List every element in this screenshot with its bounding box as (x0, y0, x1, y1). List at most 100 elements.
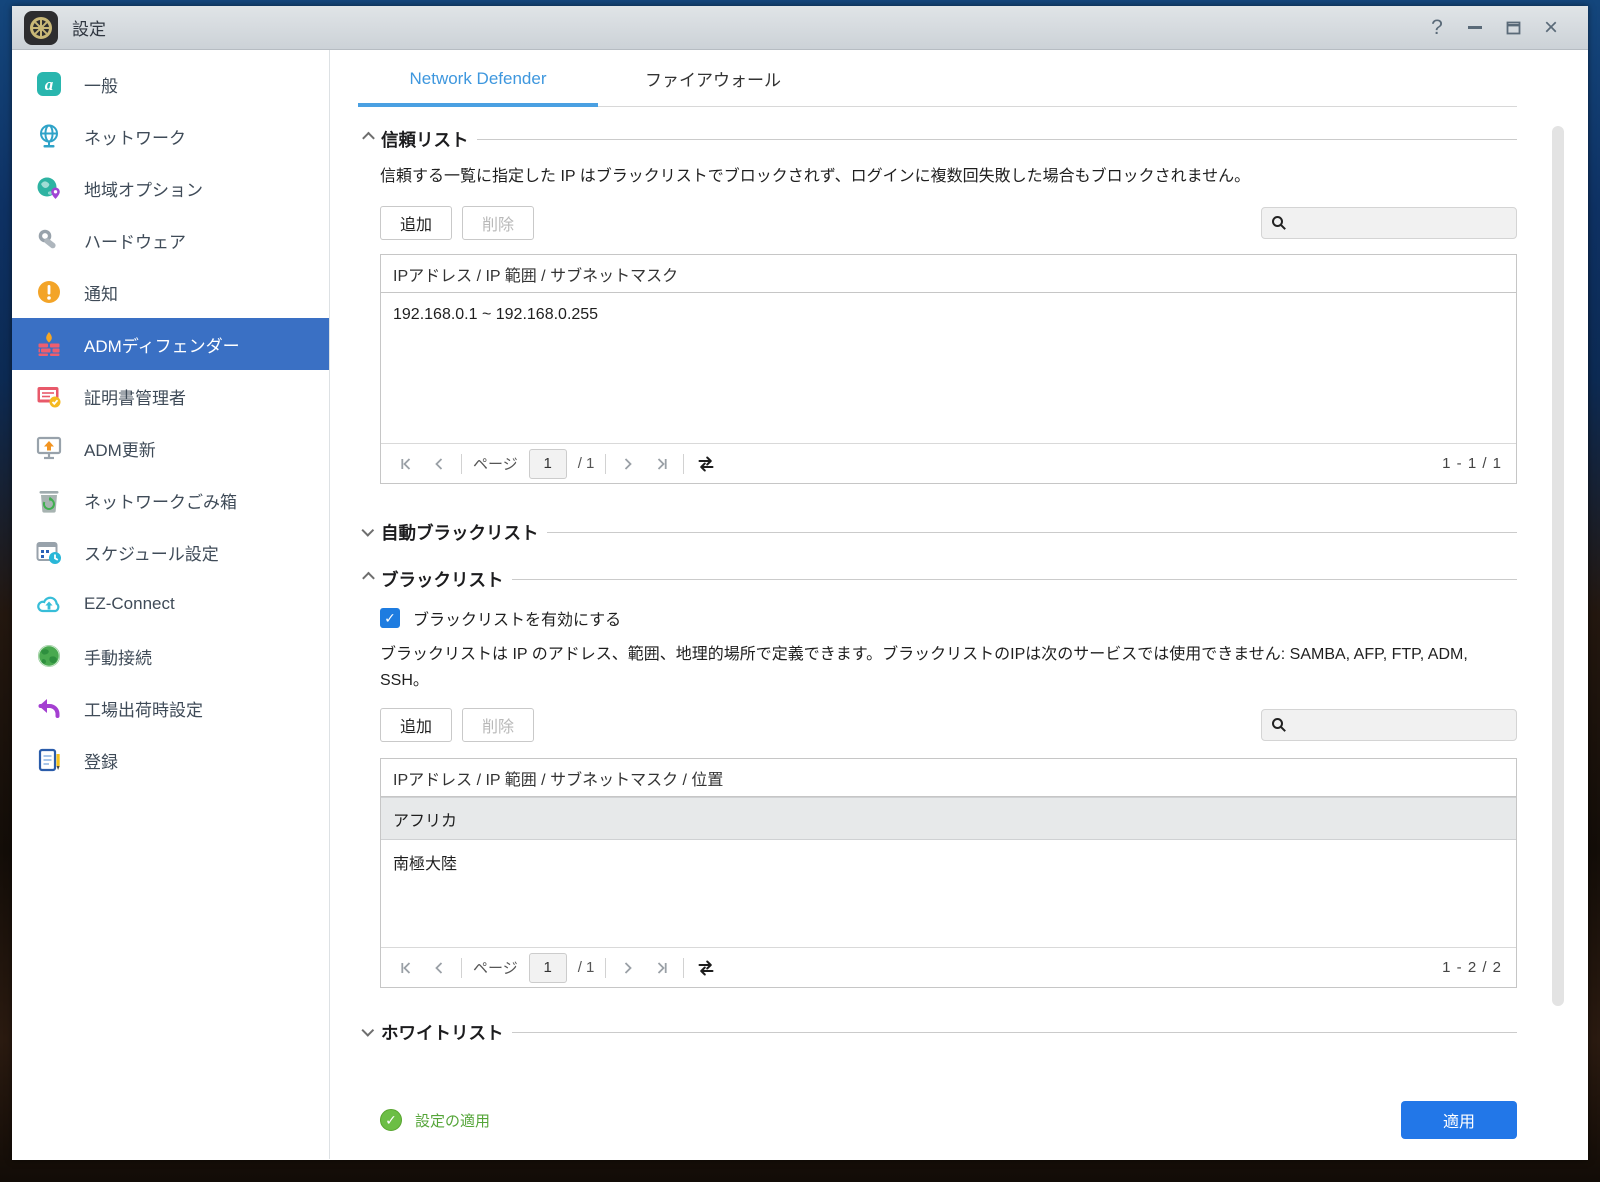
search-input[interactable] (1294, 215, 1507, 232)
first-page-button[interactable] (395, 453, 417, 475)
page-number-input[interactable]: 1 (529, 953, 567, 983)
ez-connect-cloud-icon (36, 591, 62, 617)
prev-page-button[interactable] (428, 453, 450, 475)
sidebar-item-regional-options[interactable]: 地域オプション (12, 162, 329, 214)
blacklist-description: ブラックリストは IP のアドレス、範囲、地理的場所で定義できます。ブラックリス… (380, 642, 1495, 694)
table-row[interactable]: 南極大陸 (381, 840, 1516, 883)
section-title: 自動ブラックリスト (381, 520, 539, 545)
sidebar-item-registration[interactable]: 登録 (12, 734, 329, 786)
divider (683, 454, 684, 474)
collapse-caret-icon (362, 132, 375, 145)
help-button[interactable]: ? (1422, 13, 1452, 43)
network-recycle-bin-icon (36, 487, 62, 513)
search-box (1261, 207, 1517, 239)
row-range: 1 - 2 / 2 (1442, 959, 1502, 976)
enable-blacklist-checkbox[interactable]: ✓ (380, 608, 400, 628)
status-check-icon: ✓ (380, 1109, 402, 1131)
status-text: 設定の適用 (415, 1110, 490, 1131)
divider (461, 958, 462, 978)
search-box (1261, 709, 1517, 741)
region-globe-pin-icon (36, 175, 62, 201)
table-header: IPアドレス / IP 範囲 / サブネットマスク / 位置 (381, 759, 1516, 797)
section-title: ホワイトリスト (381, 1020, 504, 1045)
asustor-icon: a (36, 71, 62, 97)
table-row[interactable]: アフリカ (381, 797, 1516, 840)
close-button[interactable]: × (1536, 13, 1566, 43)
registration-clipboard-icon (36, 747, 62, 773)
auto-blacklist-section-header[interactable]: 自動ブラックリスト (380, 520, 1517, 545)
certificate-icon (36, 383, 62, 409)
sidebar-item-adm-defender[interactable]: ADMディフェンダー (12, 318, 329, 370)
sidebar-item-certificate-manager[interactable]: 証明書管理者 (12, 370, 329, 422)
tab-network-defender[interactable]: Network Defender (358, 50, 598, 107)
page-total: / 1 (578, 959, 595, 976)
page-number-input[interactable]: 1 (529, 449, 567, 479)
factory-reset-undo-icon (36, 695, 62, 721)
manual-connect-icon (36, 643, 62, 669)
table-body: 192.168.0.1 ~ 192.168.0.255 (381, 293, 1516, 443)
section-rule (512, 1032, 1518, 1033)
prev-page-button[interactable] (428, 957, 450, 979)
adm-update-icon (36, 435, 62, 461)
settings-sidebar: a 一般 ネットワーク 地域オプション ハードウェア (12, 50, 330, 1159)
page-label: ページ (473, 957, 518, 978)
refresh-icon[interactable] (695, 453, 717, 475)
window-controls: ? × (1422, 13, 1588, 43)
last-page-button[interactable] (650, 957, 672, 979)
next-page-button[interactable] (617, 957, 639, 979)
section-title: 信頼リスト (381, 127, 469, 152)
sidebar-item-network-recycle-bin[interactable]: ネットワークごみ箱 (12, 474, 329, 526)
blacklist-toolbar: 追加 削除 (380, 708, 1517, 742)
minimize-button[interactable] (1460, 13, 1490, 43)
first-page-button[interactable] (395, 957, 417, 979)
sidebar-item-manual-connect[interactable]: 手動接続 (12, 630, 329, 682)
sidebar-item-hardware[interactable]: ハードウェア (12, 214, 329, 266)
sidebar-item-notification[interactable]: 通知 (12, 266, 329, 318)
tab-firewall[interactable]: ファイアウォール (598, 50, 828, 107)
maximize-icon (1505, 20, 1522, 36)
vertical-scrollbar[interactable] (1552, 126, 1564, 1006)
apply-status: ✓ 設定の適用 (380, 1109, 490, 1131)
maximize-button[interactable] (1498, 13, 1528, 43)
trusted-list-description: 信頼する一覧に指定した IP はブラックリストでブロックされず、ログインに複数回… (380, 164, 1517, 190)
search-input[interactable] (1294, 717, 1507, 734)
sidebar-item-general[interactable]: a 一般 (12, 58, 329, 110)
table-body: アフリカ 南極大陸 (381, 797, 1516, 947)
trusted-list-section-header[interactable]: 信頼リスト (380, 127, 1517, 152)
apply-button[interactable]: 適用 (1401, 1101, 1517, 1139)
network-globe-icon (36, 123, 62, 149)
section-rule (547, 532, 1518, 533)
section-title: ブラックリスト (381, 567, 504, 592)
tab-bar: Network Defender ファイアウォール (330, 50, 1588, 107)
hardware-wrench-icon (36, 227, 62, 253)
divider (683, 958, 684, 978)
pagination-bar: ページ 1 / 1 1 - 1 / 1 (381, 443, 1516, 483)
row-range: 1 - 1 / 1 (1442, 455, 1502, 472)
delete-button[interactable]: 削除 (462, 708, 534, 742)
table-row[interactable]: 192.168.0.1 ~ 192.168.0.255 (381, 293, 1516, 336)
last-page-button[interactable] (650, 453, 672, 475)
collapse-caret-icon (362, 572, 375, 585)
sidebar-item-schedule-settings[interactable]: スケジュール設定 (12, 526, 329, 578)
add-button[interactable]: 追加 (380, 708, 452, 742)
section-rule (477, 139, 1518, 140)
sidebar-item-ez-connect[interactable]: EZ-Connect (12, 578, 329, 630)
svg-text:a: a (45, 75, 54, 94)
sidebar-item-factory-default[interactable]: 工場出荷時設定 (12, 682, 329, 734)
add-button[interactable]: 追加 (380, 206, 452, 240)
firewall-icon (36, 331, 62, 357)
titlebar: 設定 ? × (12, 6, 1588, 50)
page-label: ページ (473, 453, 518, 474)
sidebar-item-network[interactable]: ネットワーク (12, 110, 329, 162)
schedule-calendar-icon (36, 539, 62, 565)
page-total: / 1 (578, 455, 595, 472)
network-defender-page: 信頼リスト 信頼する一覧に指定した IP はブラックリストでブロックされず、ログ… (330, 107, 1588, 1139)
window-title: 設定 (72, 15, 106, 40)
search-icon (1271, 215, 1287, 231)
refresh-icon[interactable] (695, 957, 717, 979)
delete-button[interactable]: 削除 (462, 206, 534, 240)
next-page-button[interactable] (617, 453, 639, 475)
sidebar-item-adm-update[interactable]: ADM更新 (12, 422, 329, 474)
blacklist-section-header[interactable]: ブラックリスト (380, 567, 1517, 592)
whitelist-section-header[interactable]: ホワイトリスト (380, 1020, 1517, 1045)
